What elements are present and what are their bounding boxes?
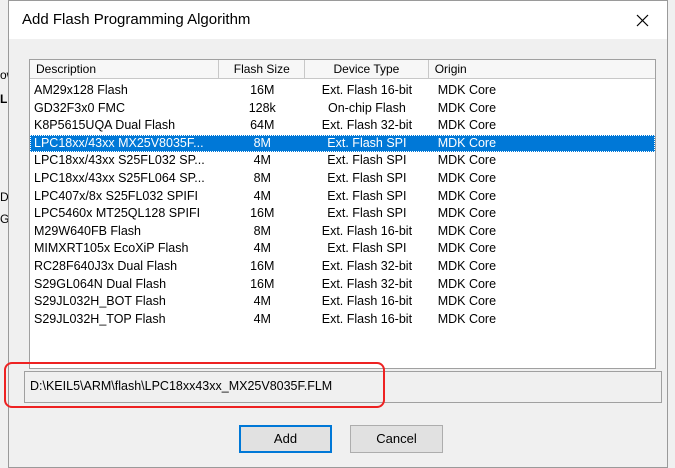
cell-size: 4M [253,188,271,203]
cell-type: Ext. Flash SPI [327,188,407,203]
cell-origin: MDK Core [437,118,497,133]
cell-origin: MDK Core [437,83,497,97]
list-rows: AM29x128 Flash 16M Ext. Flash 16-bit MDK Co… [30,82,655,328]
list-item[interactable]: LPC5460x MT25QL128 SPIFI 16M Ext. Flash SP… [30,205,655,223]
cell-origin: MDK Core [437,276,497,291]
list-item[interactable]: LPC18xx/43xx S25FL064 SP... 8M Ext. Flash … [30,170,655,188]
annotation-highlight-box [4,362,385,408]
cell-size: 8M [253,223,271,238]
cell-type: Ext. Flash 32-bit [321,258,413,273]
cell-description: LPC18xx/43xx S25FL032 SP... [34,153,205,168]
cell-size: 16M [250,276,275,291]
cell-origin: MDK Core [437,188,497,203]
list-item[interactable]: AM29x128 Flash 16M Ext. Flash 16-bit MDK Co… [30,82,655,100]
cell-size: 16M [250,83,275,97]
cell-origin: MDK Core [437,223,497,238]
cell-size: 4M [253,294,271,309]
list-item[interactable]: GD32F3x0 FMC 128k On-chip Flash MDK Core [30,100,655,118]
list-item[interactable]: K8P5615UQA Dual Flash 64M Ext. Flash 32-bi… [30,117,655,135]
cell-size: 16M [250,258,275,273]
cell-description: RC28F640J3x Dual Flash [34,258,178,273]
cell-description: LPC18xx/43xx S25FL064 SP... [34,170,205,185]
cell-description: S29JL032H_TOP Flash [34,311,166,326]
add-button[interactable]: Add [239,425,332,453]
cell-origin: MDK Core [437,258,497,273]
cell-type: Ext. Flash SPI [327,135,407,150]
cell-description: MIMXRT105x EcoXiP Flash [34,241,189,256]
cell-description: LPC5460x MT25QL128 SPIFI [34,206,201,221]
cell-type: Ext. Flash SPI [327,153,407,168]
cancel-button[interactable]: Cancel [350,425,443,453]
cell-size: 16M [250,206,275,221]
list-item[interactable]: LPC18xx/43xx S25FL032 SP... 4M Ext. Flash … [30,152,655,170]
column-header-description[interactable]: Description [30,60,220,79]
cell-origin: MDK Core [437,294,497,309]
cell-origin: MDK Core [437,135,497,150]
cell-description: S29GL064N Dual Flash [34,276,167,291]
close-button[interactable] [629,7,655,33]
cell-size: 128k [248,100,276,115]
cell-origin: MDK Core [437,170,497,185]
cell-type: Ext. Flash 32-bit [321,276,413,291]
column-header-flash-size[interactable]: Flash Size [219,60,306,79]
list-item[interactable]: M29W640FB Flash 8M Ext. Flash 16-bit MDK Co… [30,223,655,241]
list-item[interactable]: LPC407x/8x S25FL032 SPIFI 4M Ext. Flash SP… [30,188,655,206]
cell-origin: MDK Core [437,153,497,168]
list-header: Description Flash Size Device Type Origi… [30,60,655,80]
cell-type: Ext. Flash 16-bit [321,83,413,97]
algorithm-list[interactable]: Description Flash Size Device Type Origi… [29,59,656,369]
cell-size: 4M [253,241,271,256]
cell-type: Ext. Flash 16-bit [321,311,413,326]
cell-description: LPC18xx/43xx MX25V8035F... [34,135,204,150]
cell-type: Ext. Flash SPI [327,170,407,185]
cell-type: On-chip Flash [328,100,406,115]
cell-description: K8P5615UQA Dual Flash [34,118,176,133]
dialog-titlebar[interactable]: Add Flash Programming Algorithm [9,1,667,39]
background-text-fragment: L [0,92,8,106]
list-item[interactable]: S29JL032H_BOT Flash 4M Ext. Flash 16-bit MD… [30,293,655,311]
cell-description: GD32F3x0 FMC [34,100,125,115]
cell-size: 64M [250,118,275,133]
cell-type: Ext. Flash SPI [327,206,407,221]
cell-size: 4M [253,153,271,168]
cell-origin: MDK Core [437,206,497,221]
list-item[interactable]: MIMXRT105x EcoXiP Flash 4M Ext. Flash SPI M… [30,240,655,258]
close-icon [636,14,648,26]
cell-description: S29JL032H_BOT Flash [34,294,166,309]
dialog-title: Add Flash Programming Algorithm [22,11,251,28]
list-item[interactable]: S29JL032H_TOP Flash 4M Ext. Flash 16-bit MD… [30,311,655,329]
cell-description: LPC407x/8x S25FL032 SPIFI [34,188,198,203]
cell-type: Ext. Flash 16-bit [321,223,413,238]
column-header-device-type[interactable]: Device Type [305,60,429,79]
list-item[interactable]: RC28F640J3x Dual Flash 16M Ext. Flash 32-b… [30,258,655,276]
cell-size: 8M [253,170,271,185]
list-item[interactable]: LPC18xx/43xx MX25V8035F... 8M Ext. Flash S… [30,134,655,153]
cell-type: Ext. Flash 32-bit [321,118,413,133]
cell-description: M29W640FB Flash [34,223,141,238]
cell-origin: MDK Core [437,100,497,115]
cell-type: Ext. Flash 16-bit [321,294,413,309]
cell-origin: MDK Core [437,311,497,326]
list-item[interactable]: S29GL064N Dual Flash 16M Ext. Flash 32-bit… [30,276,655,294]
cell-description: AM29x128 Flash [34,83,128,97]
cell-origin: MDK Core [437,241,497,256]
cell-size: 4M [253,311,271,326]
column-header-origin[interactable]: Origin [428,60,655,79]
cell-type: Ext. Flash SPI [327,241,407,256]
cell-size: 8M [253,135,271,150]
